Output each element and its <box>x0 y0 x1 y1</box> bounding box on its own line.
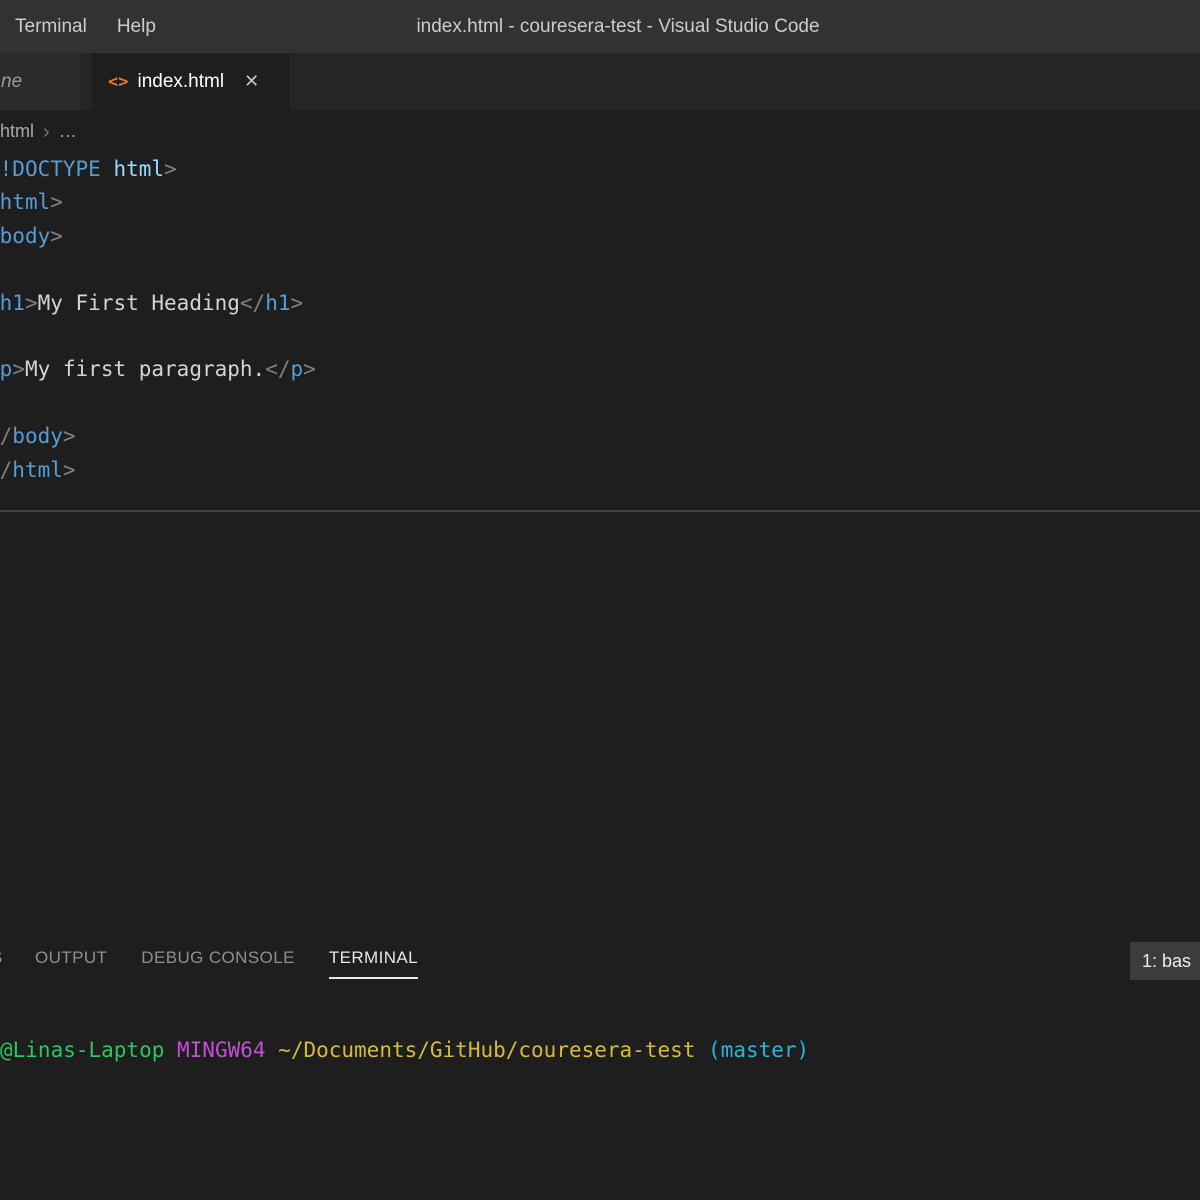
chevron-right-icon: › <box>43 122 50 142</box>
tab-index-html[interactable]: <> index.html ✕ <box>92 53 290 110</box>
panel-tab-debug-console[interactable]: DEBUG CONSOLE <box>141 948 295 979</box>
panel-tabs: OUTPUT DEBUG CONSOLE TERMINAL <box>0 935 1200 979</box>
breadcrumb: html › … <box>0 110 1200 153</box>
panel-tab-partial-label: S <box>0 948 3 968</box>
panel-tab-partial[interactable]: S <box>0 948 10 968</box>
terminal-prompt-segment: ~/Documents/GitHub/couresera-test <box>266 1038 696 1062</box>
menu-item-terminal[interactable]: Terminal <box>0 0 102 53</box>
panel-tab-terminal[interactable]: TERMINAL <box>329 948 418 979</box>
code-editor[interactable]: <!DOCTYPE html><html><body> <h1>My First… <box>0 153 1200 510</box>
html-file-icon: <> <box>108 72 128 92</box>
terminal-prompt-segment: (master) <box>695 1038 809 1062</box>
terminal-area[interactable]: @Linas-Laptop MINGW64 ~/Documents/GitHub… <box>0 990 1200 1200</box>
code-line: <body> <box>0 220 1200 253</box>
breadcrumb-ellipsis[interactable]: … <box>59 121 77 142</box>
panel-header: S OUTPUT DEBUG CONSOLE TERMINAL 1: bas <box>0 935 1200 990</box>
code-line <box>0 320 1200 353</box>
tab-label: index.html <box>137 71 224 93</box>
terminal-shell-selector-label: 1: bas <box>1142 951 1191 972</box>
menu-item-help[interactable]: Help <box>102 0 171 53</box>
code-line <box>0 387 1200 420</box>
title-bar: Terminal Help index.html - couresera-tes… <box>0 0 1200 53</box>
code-line: <p>My first paragraph.</p> <box>0 353 1200 386</box>
split-divider[interactable] <box>0 510 1200 512</box>
window-title: index.html - couresera-test - Visual Stu… <box>36 16 1200 38</box>
vscode-window: Terminal Help index.html - couresera-tes… <box>0 0 1200 1200</box>
code-line: <html> <box>0 186 1200 219</box>
terminal-prompt-segment: MINGW64 <box>164 1038 265 1062</box>
code-line: <h1>My First Heading</h1> <box>0 287 1200 320</box>
tab-partial[interactable]: ne <box>0 53 80 110</box>
breadcrumb-item-html[interactable]: html <box>0 121 34 142</box>
tab-partial-label: ne <box>0 71 22 93</box>
code-line <box>0 253 1200 286</box>
code-lines: <!DOCTYPE html><html><body> <h1>My First… <box>0 153 1200 487</box>
panel-tab-output[interactable]: OUTPUT <box>35 948 107 979</box>
terminal-shell-selector[interactable]: 1: bas <box>1130 942 1200 980</box>
terminal-prompt-line: @Linas-Laptop MINGW64 ~/Documents/GitHub… <box>0 990 1200 1062</box>
editor-tab-bar: ne <> index.html ✕ <box>0 53 1200 110</box>
code-line: </body> <box>0 420 1200 453</box>
terminal-prompt-segment: @Linas-Laptop <box>0 1038 164 1062</box>
code-line: <!DOCTYPE html> <box>0 153 1200 186</box>
tab-close-icon[interactable]: ✕ <box>244 71 259 92</box>
code-line: </html> <box>0 454 1200 487</box>
